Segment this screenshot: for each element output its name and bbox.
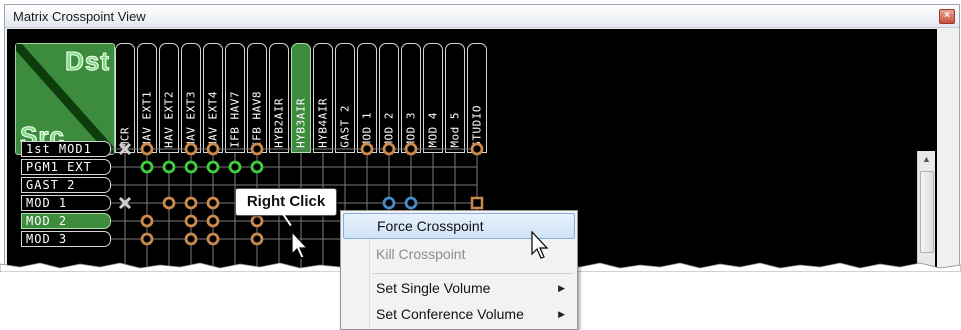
menu-item-label: Force Crosspoint [377,218,484,234]
crosspoint-orange-icon[interactable] [140,214,154,228]
crosspoint-square-icon[interactable] [470,196,484,210]
crosspoint-orange-icon[interactable] [360,142,374,156]
crosspoint-orange-icon[interactable] [140,232,154,246]
crosspoint-green-icon[interactable] [250,160,264,174]
crosspoint-green-icon[interactable] [206,160,220,174]
window-title: Matrix Crosspoint View [13,9,146,24]
crosspoint-green-icon[interactable] [162,160,176,174]
mouse-pointer-icon [291,230,309,259]
crosspoint-orange-icon[interactable] [206,232,220,246]
crosspoint-orange-icon[interactable] [250,142,264,156]
crosspoint-context-menu: Force Crosspoint Kill Crosspoint Set Sin… [340,210,578,330]
close-button[interactable]: × [939,9,955,24]
menu-separator [373,273,573,274]
crosspoint-green-icon[interactable] [184,160,198,174]
scroll-thumb[interactable] [920,171,934,253]
right-click-callout: Right Click [235,188,337,216]
menu-item-set-single-volume[interactable]: Set Single Volume ▶ [343,275,575,301]
title-bar[interactable]: Matrix Crosspoint View × [5,5,959,28]
crosspoint-orange-icon[interactable] [184,196,198,210]
menu-item-label: Set Single Volume [376,280,491,296]
crosspoint-blue-icon[interactable] [404,196,418,210]
menu-item-label: Kill Crosspoint [376,246,466,262]
crosspoint-orange-icon[interactable] [206,214,220,228]
crosspoint-orange-icon[interactable] [404,142,418,156]
crosspoint-blue-icon[interactable] [382,196,396,210]
vertical-scrollbar[interactable]: ▲ [917,151,935,269]
scroll-up-icon[interactable]: ▲ [918,151,935,168]
crosspoint-orange-icon[interactable] [382,142,396,156]
crosspoint-orange-icon[interactable] [206,196,220,210]
crosspoint-orange-icon[interactable] [184,214,198,228]
submenu-arrow-icon: ▶ [558,309,565,319]
crosspoint-green-icon[interactable] [140,160,154,174]
crosspoint-orange-icon[interactable] [250,232,264,246]
crosspoint-green-icon[interactable] [228,160,242,174]
close-icon: × [944,10,950,21]
menu-pointer-icon [531,230,549,259]
crosspoint-orange-icon[interactable] [162,196,176,210]
menu-item-set-conference-volume[interactable]: Set Conference Volume ▶ [343,301,575,327]
crosspoint-orange-icon[interactable] [140,142,154,156]
crosspoint-orange-icon[interactable] [250,214,264,228]
crosspoint-orange-icon[interactable] [184,232,198,246]
crosspoint-orange-icon[interactable] [206,142,220,156]
menu-item-label: Set Conference Volume [376,306,524,322]
crosspoint-orange-icon[interactable] [184,142,198,156]
crosspoint-orange-icon[interactable] [470,142,484,156]
submenu-arrow-icon: ▶ [558,283,565,293]
